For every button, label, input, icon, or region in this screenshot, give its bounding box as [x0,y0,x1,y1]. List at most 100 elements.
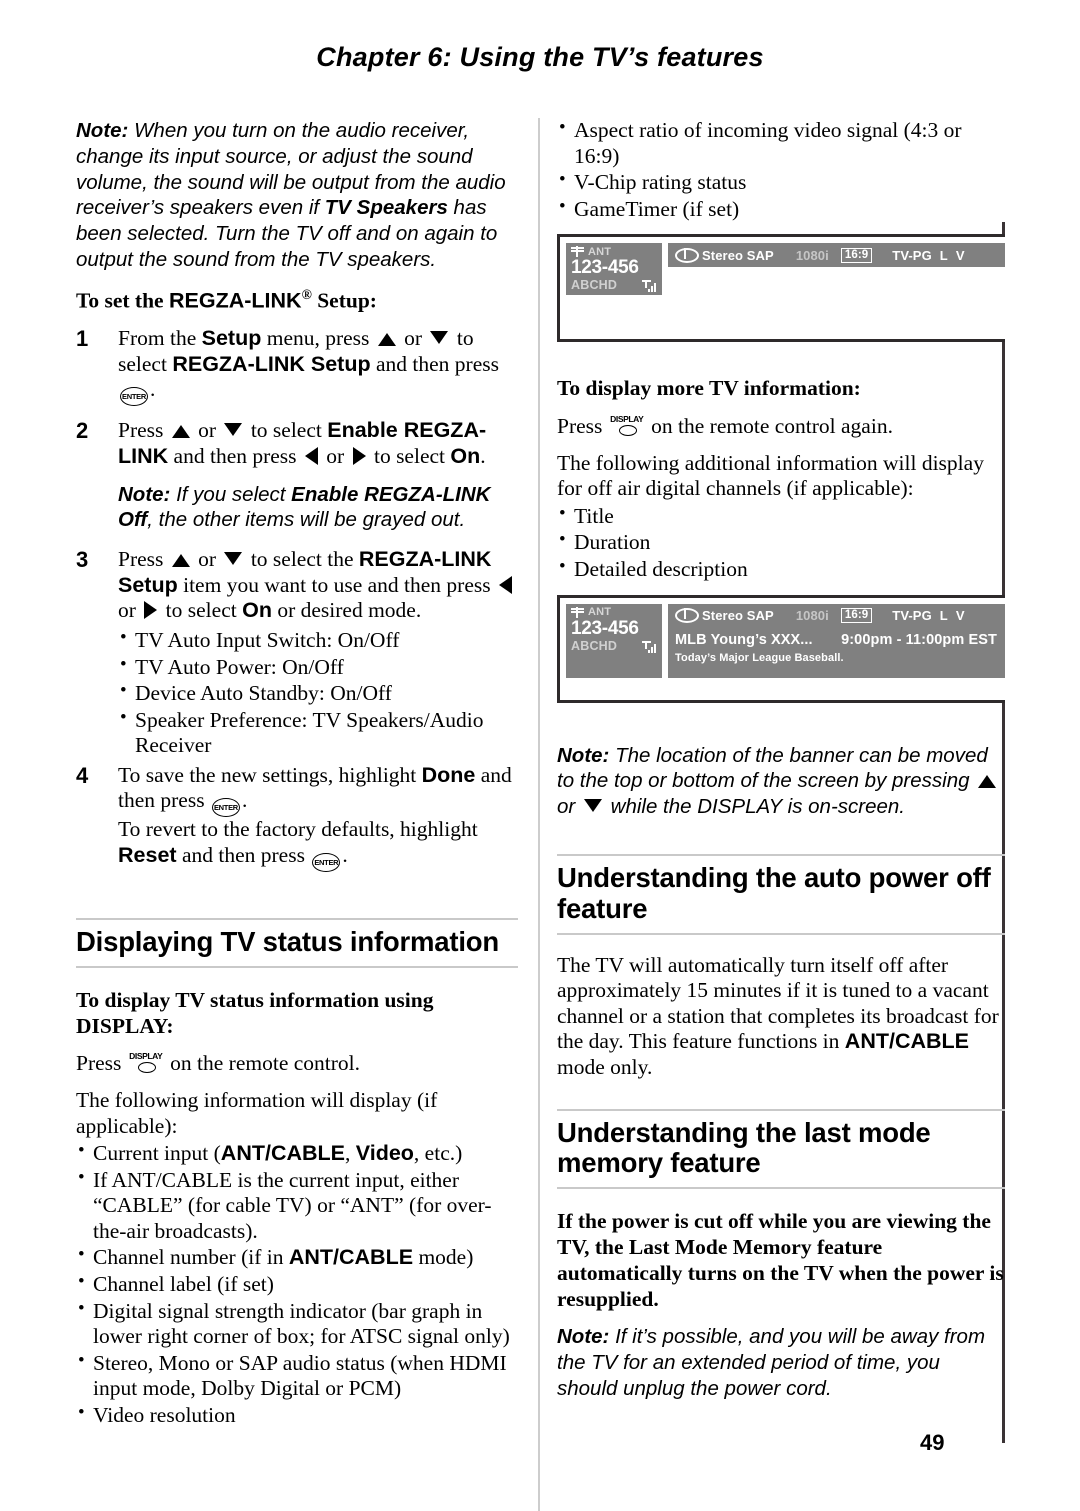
last-mode-bold-text: If the power is cut off while you are vi… [557,1209,1004,1311]
arrow-left-icon [304,447,318,466]
tv-banner-channel-label: ABCHD [571,638,618,653]
note-enable-off: Note: If you select Enable REGZA-LINK Of… [118,482,518,534]
tv-banner-rating-flag-2: V [955,247,965,263]
bullet3-bold-antcable: ANT/CABLE [288,1245,414,1270]
note-audio-receiver: Note: When you turn on the audio receive… [76,118,518,273]
column-divider [538,118,540,1511]
list-item: Digital signal strength indicator (bar g… [76,1298,518,1350]
step4-t1: To save the new settings, highlight [118,762,422,787]
step-number: 1 [76,326,89,352]
step-text: To save the new settings, highlight Done… [118,762,518,873]
following-info-text: The following information will display (… [76,1088,438,1138]
step1-bold-regza-setup: REGZA-LINK Setup [172,351,371,376]
step2-t4: and then press [168,444,302,469]
tv-banner-status-block: Stereo SAP 1080i 16:9 TV-PG L V [668,243,1005,295]
arrow-right-icon [352,447,366,466]
auto-power-off-body: The TV will automatically turn itself of… [557,953,1005,1081]
note-text-3: while the DISPLAY is on-screen. [604,795,905,819]
step2-t1: Press [118,418,169,443]
tv-banner-channel-number: 123-456 [571,257,639,279]
tv-banner-channel-block: ANT 123-456 ABCHD [566,243,662,296]
tv-banner-rating-flag-1: L [939,608,948,624]
step-number: 2 [76,418,89,444]
step4-bold-reset: Reset [118,843,177,868]
tv-banner-status-block: Stereo SAP 1080i 16:9 TV-PG L V [668,603,1005,678]
step-text: From the Setup menu, press or to select … [118,326,518,407]
list-item: If ANT/CABLE is the current input, eithe… [76,1167,518,1245]
tv-banner-audio: Stereo SAP [702,608,774,624]
enter-key-icon: ENTER [312,853,341,873]
bullet1-t1: Current input ( [93,1141,221,1166]
tv-banner: ANT 123-456 ABCHD Stereo SAP 1080i 16:9 … [560,237,1005,296]
list-item: Aspect ratio of incoming video signal (4… [557,117,1005,169]
step-text: Press or to select the REGZA-LINK Setup … [118,547,518,624]
press-display-pre: Press [76,1051,127,1076]
display-key-icon: DISPLAY [610,414,644,437]
step2-t5: or [320,444,350,469]
arrow-right-icon [144,601,158,620]
enter-key-icon: ENTER [120,387,148,407]
tv-banner-source-label: ANT [588,606,612,619]
bullet1-t3: , etc.) [413,1141,463,1166]
step4-bold-done: Done [421,762,476,787]
section-displaying-tv-status: Displaying TV status information [76,918,518,968]
tv-banner-channel-label-row: ABCHD [571,638,657,653]
display-key-label: DISPLAY [129,1051,163,1062]
note-text-1: If it’s possible, and you will be away f… [557,1325,986,1400]
step1-t5: and then press [370,351,499,376]
list-item: Current input (ANT/CABLE, Video, etc.) [76,1140,518,1167]
tv-banner-audio: Stereo SAP [702,247,774,263]
arrow-up-icon [377,333,396,347]
display-info-list: Current input (ANT/CABLE, Video, etc.) I… [76,1140,518,1428]
page-number: 49 [920,1430,945,1455]
apo-t2: mode only. [557,1054,653,1079]
step4-t3: . [241,788,248,813]
tv-banner-rating: TV-PG [892,247,932,263]
tv-banner-program-row: MLB Young’s XXX... 9:00pm - 11:00pm EST [675,632,997,648]
bullet1-bold-video: Video [355,1141,414,1166]
note-text-1: The location of the banner can be moved … [557,743,988,793]
press-display-again-pre: Press [557,414,608,439]
tv-banner-aspect: 16:9 [840,247,873,263]
tv-banner-illustration-1: ANT 123-456 ABCHD Stereo SAP 1080i 16:9 … [557,234,1005,343]
section-rule-bottom [557,932,1005,935]
arrow-left-icon [499,575,512,594]
arrow-down-icon [583,799,602,813]
bullet1-bold-antcable: ANT/CABLE [220,1141,346,1166]
list-item: TV Auto Input Switch: On/Off [118,627,518,654]
tv-banner: ANT 123-456 ABCHD Stereo SAP 1080i 16:9 … [560,598,1005,678]
step1-bold-setup: Setup [201,326,262,351]
note-text-1: If you select [170,482,292,506]
tv-banner-program-desc: Today’s Major League Baseball. [675,651,844,664]
tv-banner-aspect: 16:9 [840,608,873,624]
list-item: Channel number (if in ANT/CABLE mode) [76,1244,518,1271]
note-text-2: , the other items will be grayed out. [147,508,466,532]
additional-info-text: The following additional information wil… [557,450,984,501]
step-4: 4 To save the new settings, highlight Do… [76,762,518,873]
signal-strength-icon [642,640,657,653]
stereo-icon [675,247,699,263]
section-heading: Understanding the last mode memory featu… [557,1116,931,1179]
bullet1-t2: , [345,1141,356,1166]
list-item: Duration [557,529,1005,556]
section-heading: Displaying TV status information [76,926,499,958]
list-item: Channel label (if set) [76,1271,518,1298]
note-label: Note: [76,119,129,142]
right-column: Aspect ratio of incoming video signal (4… [557,117,1005,1416]
step1-t3: or [398,326,428,351]
arrow-up-icon [171,425,190,439]
step2-t3: to select [245,418,328,443]
step-1: 1 From the Setup menu, press or to selec… [76,326,518,407]
step-number: 3 [76,547,89,573]
display-key-oval [137,1062,156,1074]
top-info-list: Aspect ratio of incoming video signal (4… [557,117,1005,222]
step3-t1: Press [118,547,169,572]
tv-banner-program-time: 9:00pm - 11:00pm EST [841,631,997,648]
tv-banner-rating-flag-2: V [955,608,965,624]
step1-t2: menu, press [261,326,375,351]
step3-t5: or [118,598,142,623]
step3-t2: or [192,547,222,572]
step4-t6: . [342,843,348,868]
stereo-icon [675,608,699,624]
subhead-more-tv-info: To display more TV information: [557,376,861,401]
